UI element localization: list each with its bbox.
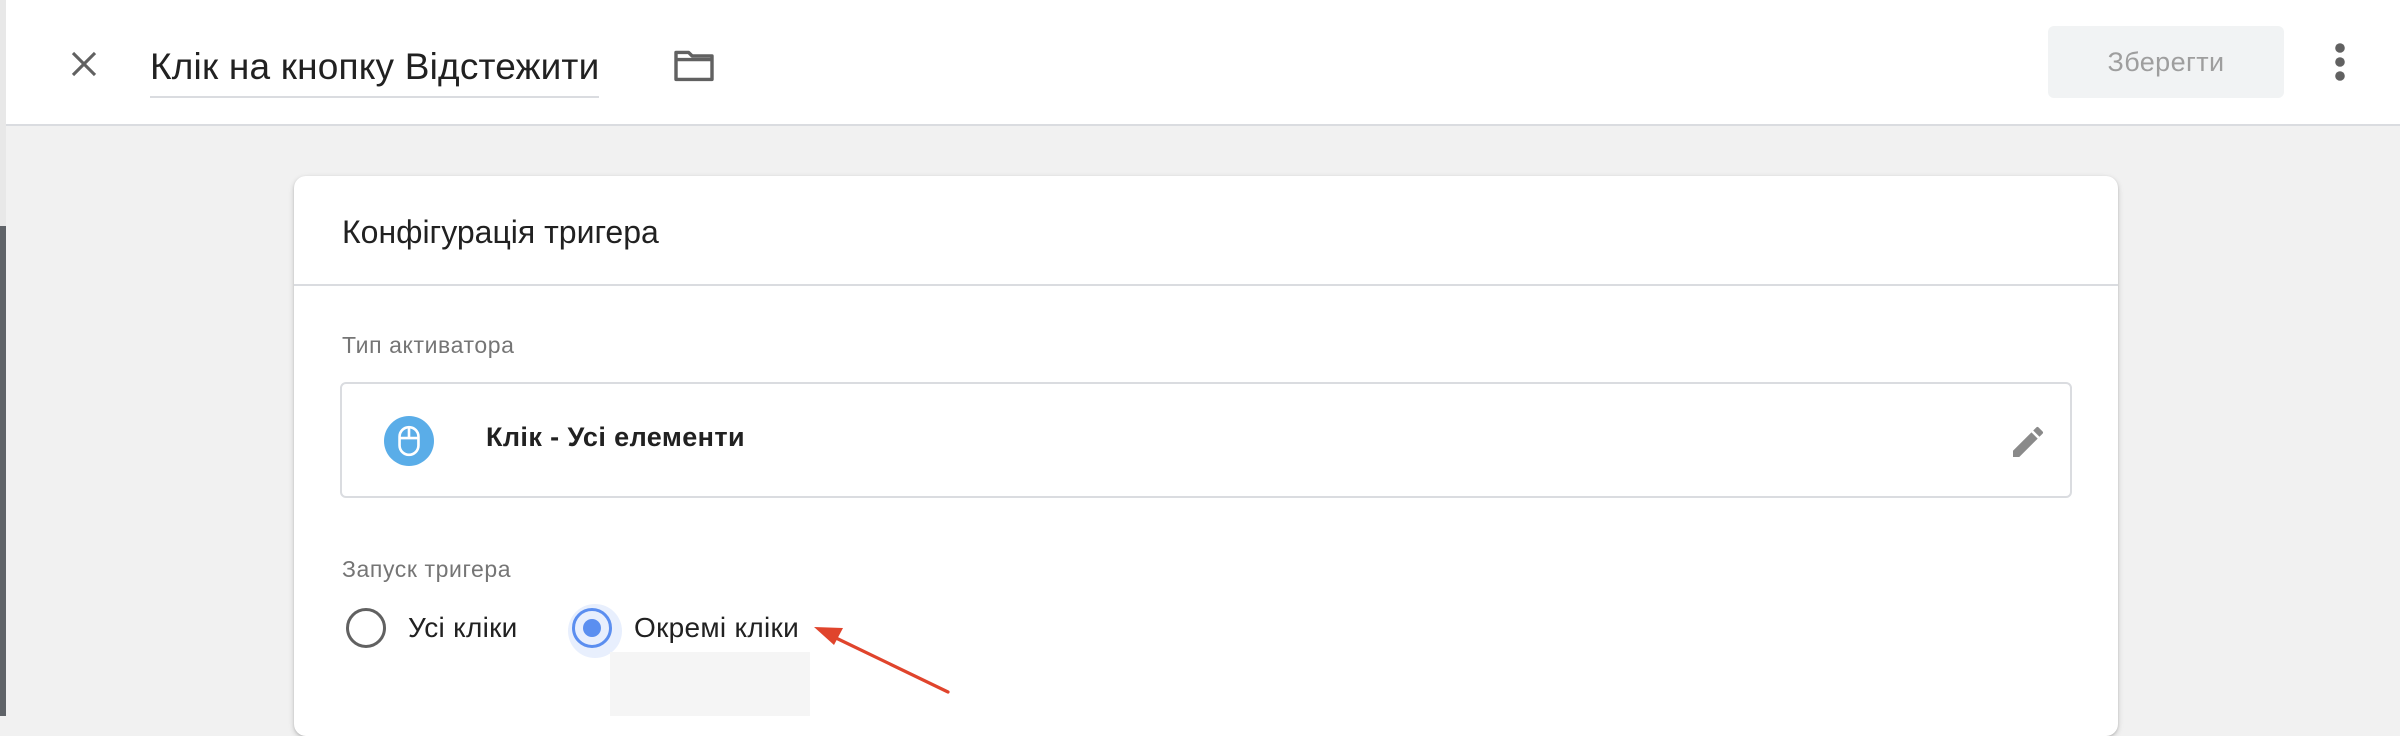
- radio-some-clicks-circle[interactable]: [568, 604, 622, 658]
- radio-some-clicks[interactable]: Окремі кліки: [568, 604, 800, 658]
- radio-all-clicks-label: Усі кліки: [408, 612, 518, 643]
- radio-all-clicks[interactable]: Усі кліки: [346, 608, 518, 648]
- hover-ripple: [610, 652, 810, 716]
- radio-focus-halo: [568, 604, 622, 658]
- trigger-name-field[interactable]: Клік на кнопку Відстежити: [150, 38, 600, 98]
- trigger-launch-label: Запуск тригера: [342, 556, 512, 582]
- more-vert-icon: [2335, 43, 2345, 81]
- activator-type-selector[interactable]: Клік - Усі елементи: [340, 382, 2072, 498]
- more-options-button[interactable]: [2312, 32, 2368, 92]
- mouse-icon: [384, 416, 434, 466]
- editor-header: Клік на кнопку Відстежити Зберегти: [6, 0, 2400, 126]
- trigger-name: Клік на кнопку Відстежити: [150, 46, 600, 87]
- radio-some-clicks-label: Окремі кліки: [634, 612, 800, 643]
- folder-button[interactable]: [666, 40, 722, 90]
- pencil-icon: [2013, 426, 2044, 457]
- save-button[interactable]: Зберегти: [2048, 26, 2284, 98]
- edit-activator-button[interactable]: [2004, 418, 2052, 466]
- folder-icon: [674, 50, 714, 82]
- radio-all-clicks-circle[interactable]: [346, 608, 386, 648]
- close-icon: [71, 51, 97, 77]
- card-title: Конфігурація тригера: [342, 214, 659, 250]
- close-button[interactable]: [54, 34, 114, 94]
- card-header: Конфігурація тригера: [294, 176, 2118, 286]
- trigger-config-card: Конфігурація тригера Тип активатора Клік…: [294, 176, 2118, 736]
- activator-type-value: Клік - Усі елементи: [486, 422, 745, 452]
- activator-type-label: Тип активатора: [342, 332, 515, 358]
